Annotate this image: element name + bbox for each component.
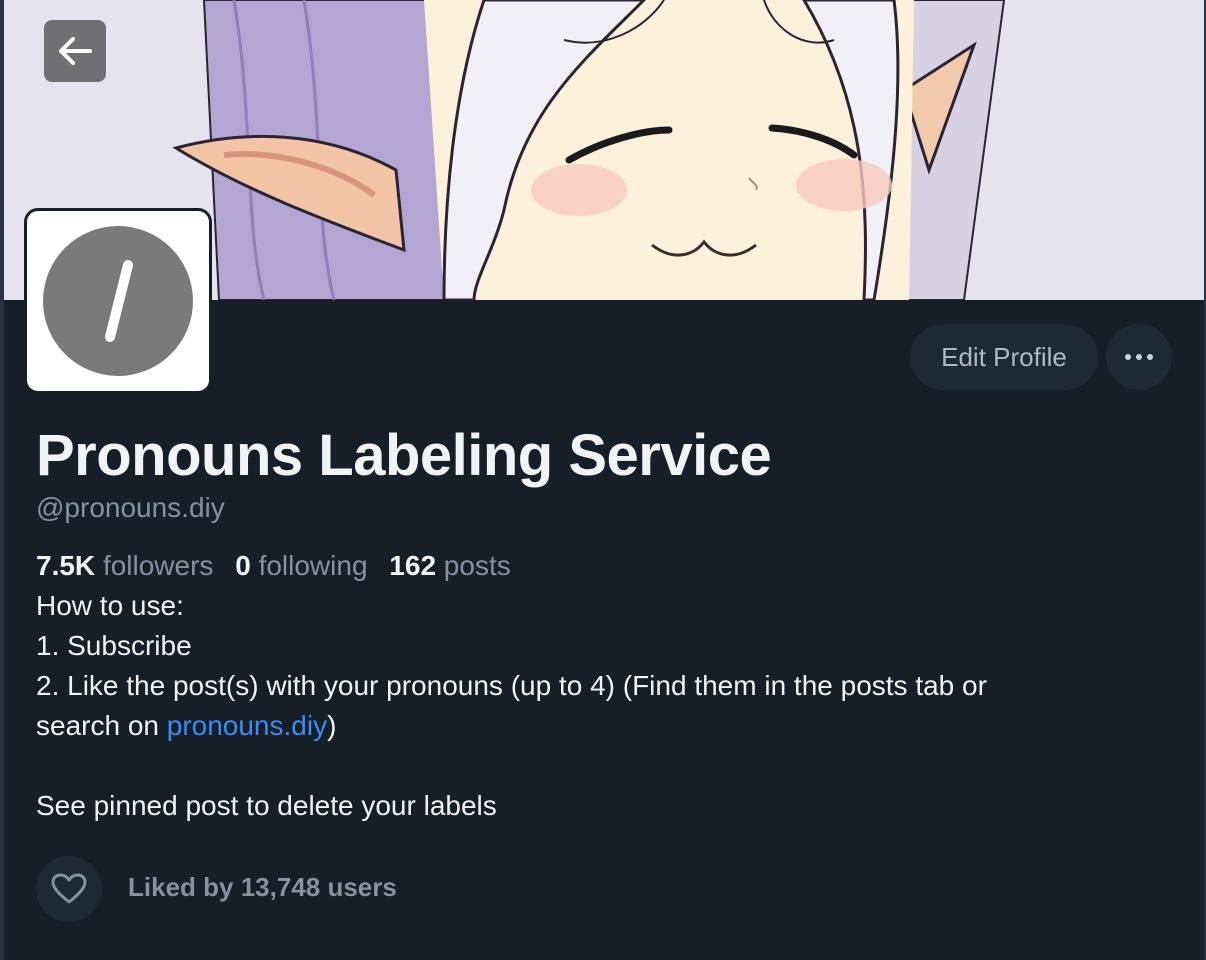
- more-options-button[interactable]: [1106, 324, 1172, 390]
- followers-count: 7.5K: [36, 550, 96, 581]
- posts-count: 162: [389, 550, 437, 581]
- liked-by-count[interactable]: Liked by 13,748 users: [128, 872, 397, 903]
- followers-label: followers: [102, 550, 214, 581]
- slash-glyph: [105, 260, 133, 342]
- profile-stats: 7.5K followers 0 following 162 posts: [36, 550, 525, 582]
- profile-bio: How to use: 1. Subscribe 2. Like the pos…: [36, 586, 1156, 826]
- bio-line: How to use:: [36, 590, 184, 621]
- edit-profile-button[interactable]: Edit Profile: [910, 324, 1098, 390]
- bio-text: search on: [36, 710, 167, 741]
- ellipsis-icon: [1125, 354, 1153, 360]
- posts-label: posts: [443, 550, 511, 581]
- following-label: following: [258, 550, 368, 581]
- bio-line: 2. Like the post(s) with your pronouns (…: [36, 670, 987, 701]
- profile-page: Edit Profile Pronouns Labeling Service @…: [0, 0, 1206, 960]
- bio-line: See pinned post to delete your labels: [36, 790, 497, 821]
- bio-link-pronouns-diy[interactable]: pronouns.diy: [167, 710, 327, 741]
- display-name: Pronouns Labeling Service: [36, 423, 772, 488]
- back-button[interactable]: [44, 20, 106, 82]
- bio-text: ): [327, 710, 337, 741]
- avatar-image: [43, 226, 193, 376]
- following-link[interactable]: 0 following: [235, 550, 367, 581]
- bio-line: 1. Subscribe: [36, 630, 192, 661]
- heart-icon: [51, 873, 87, 904]
- bio-spacer: [36, 746, 1156, 786]
- following-count: 0: [235, 550, 251, 581]
- like-button[interactable]: [36, 856, 102, 922]
- handle: @pronouns.diy: [36, 492, 225, 523]
- bio-line: search on pronouns.diy): [36, 706, 1156, 746]
- posts-stat: 162 posts: [389, 550, 510, 581]
- followers-link[interactable]: 7.5K followers: [36, 550, 213, 581]
- avatar[interactable]: [24, 208, 212, 394]
- arrow-left-icon: [59, 37, 92, 65]
